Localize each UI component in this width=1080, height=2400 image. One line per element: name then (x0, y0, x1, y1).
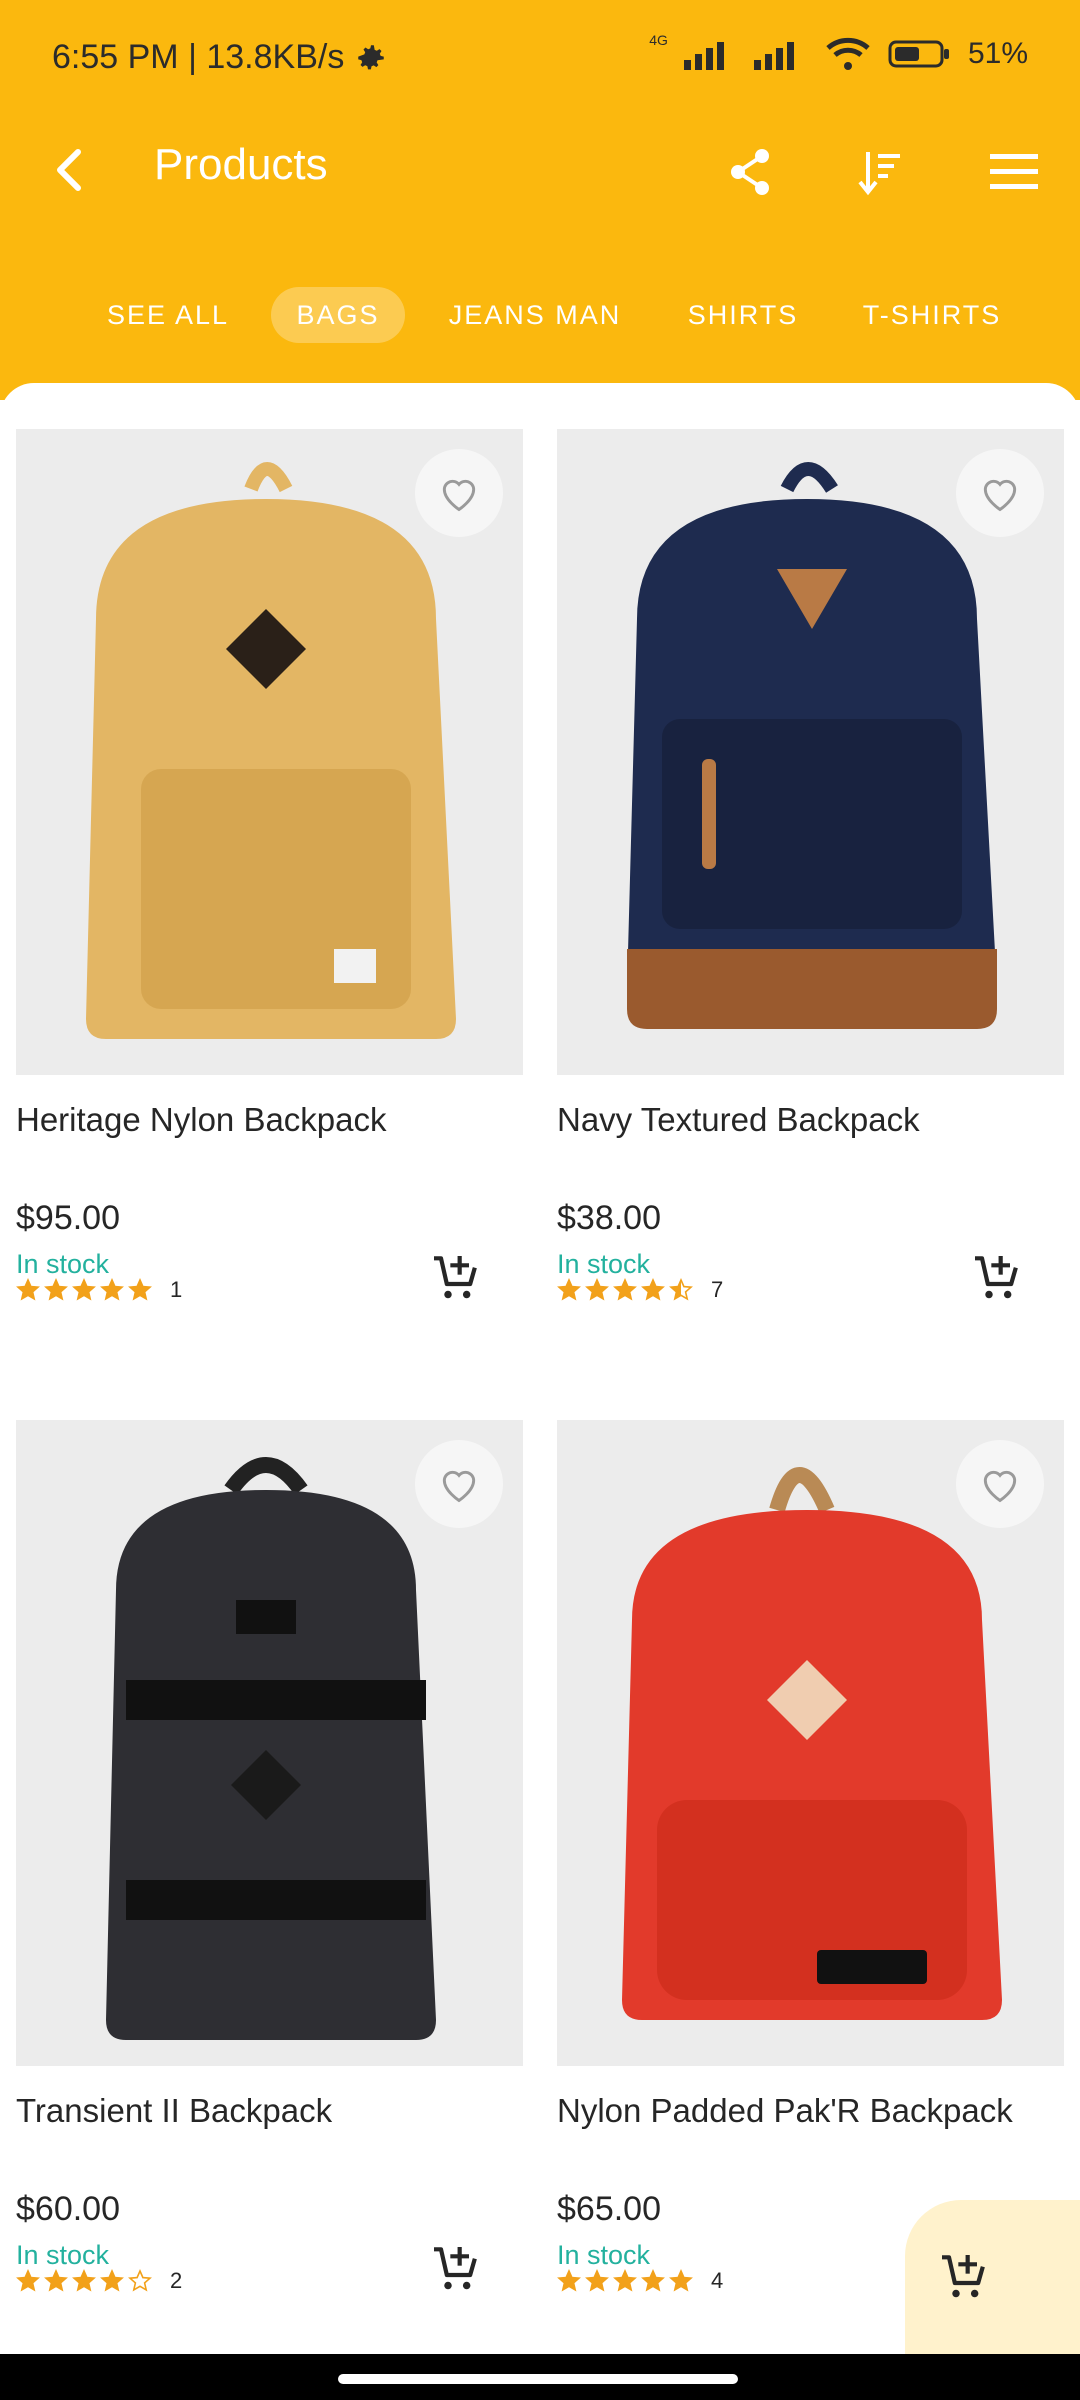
product-image[interactable] (16, 1420, 523, 2066)
star-icon (557, 1278, 581, 1301)
battery-icon (888, 40, 949, 68)
product-card[interactable]: Navy Textured Backpack $38.00 In stock 7 (557, 429, 1064, 1329)
review-count: 2 (170, 2268, 183, 2293)
status-time: 6:55 PM | 13.8KB/s (52, 38, 345, 76)
star-icon (641, 1278, 665, 1301)
star-icon (44, 1278, 68, 1301)
product-price: $95.00 (16, 1199, 120, 1237)
add-cart-icon[interactable] (968, 1249, 1024, 1305)
star-icon (585, 2269, 609, 2292)
product-card[interactable]: Nylon Padded Pak'R Backpack $65.00 In st… (557, 1420, 1064, 2320)
tab-see-all[interactable]: SEE ALL (92, 287, 244, 343)
review-count: 1 (170, 1277, 183, 1302)
stock-status: In stock (16, 1249, 110, 1279)
favorite-button[interactable] (956, 449, 1044, 537)
product-card[interactable]: Transient II Backpack $60.00 In stock 2 (16, 1420, 523, 2320)
favorite-button[interactable] (956, 1440, 1044, 1528)
star-icon (669, 2269, 693, 2292)
battery-level: 51% (967, 37, 1028, 70)
sort-icon[interactable] (850, 140, 914, 204)
status-right: 4G 51% (649, 32, 1028, 72)
settings-icon (358, 44, 385, 69)
heart-icon (983, 1470, 1017, 1503)
category-tabs: SEE ALL BAGS JEANS MAN SHIRTS T-SHIRTS (0, 285, 1080, 345)
back-arrow-icon[interactable] (40, 138, 104, 202)
rating: 4 (557, 2268, 723, 2294)
rating: 2 (16, 2268, 182, 2294)
signal-icon (683, 42, 724, 70)
heart-icon (442, 1470, 476, 1503)
add-cart-icon[interactable] (427, 1249, 483, 1305)
add-cart-icon (942, 2255, 985, 2298)
product-image[interactable] (16, 429, 523, 1075)
product-image[interactable] (557, 429, 1064, 1075)
product-name[interactable]: Transient II Backpack (16, 2092, 332, 2130)
wifi-icon (826, 37, 870, 70)
star-icon (641, 2269, 665, 2292)
star-icon (72, 2269, 96, 2292)
network-label: 4G (649, 32, 668, 48)
product-image[interactable] (557, 1420, 1064, 2066)
share-icon[interactable] (718, 140, 782, 204)
navigation-bar (0, 2354, 1080, 2400)
star-icon (16, 2269, 40, 2292)
star-icon (100, 1278, 124, 1301)
heart-icon (442, 479, 476, 512)
star-icon (669, 1278, 693, 1301)
star-icon (613, 2269, 637, 2292)
stock-status: In stock (16, 2240, 110, 2270)
page-title: Products (154, 140, 328, 189)
star-icon (44, 2269, 68, 2292)
tab-t-shirts[interactable]: T-SHIRTS (850, 287, 1014, 343)
favorite-button[interactable] (415, 449, 503, 537)
star-icon (557, 2269, 581, 2292)
signal-icon-2 (753, 42, 794, 70)
heart-icon (983, 479, 1017, 512)
star-icon (128, 1278, 152, 1301)
star-icon (72, 1278, 96, 1301)
star-icon (100, 2269, 124, 2292)
cart-fab[interactable] (905, 2200, 1080, 2360)
review-count: 4 (711, 2268, 724, 2293)
app-bar: Products (0, 120, 1080, 220)
product-price: $65.00 (557, 2190, 661, 2228)
product-price: $38.00 (557, 1199, 661, 1237)
status-bar: 6:55 PM | 13.8KB/s 4G 51% (0, 0, 1080, 120)
tab-shirts[interactable]: SHIRTS (676, 287, 810, 343)
tab-jeans-man[interactable]: JEANS MAN (434, 287, 636, 343)
star-icon (128, 2269, 152, 2292)
review-count: 7 (711, 1277, 724, 1302)
status-left: 6:55 PM | 13.8KB/s (52, 38, 388, 77)
rating: 7 (557, 1277, 723, 1303)
product-price: $60.00 (16, 2190, 120, 2228)
product-name[interactable]: Heritage Nylon Backpack (16, 1101, 387, 1139)
favorite-button[interactable] (415, 1440, 503, 1528)
tab-bags[interactable]: BAGS (271, 287, 405, 343)
home-handle[interactable] (338, 2374, 738, 2384)
star-icon (16, 1278, 40, 1301)
star-icon (585, 1278, 609, 1301)
stock-status: In stock (557, 1249, 651, 1279)
rating: 1 (16, 1277, 182, 1303)
product-card[interactable]: Heritage Nylon Backpack $95.00 In stock … (16, 429, 523, 1329)
product-name[interactable]: Nylon Padded Pak'R Backpack (557, 2092, 1013, 2130)
add-cart-icon[interactable] (427, 2240, 483, 2296)
product-name[interactable]: Navy Textured Backpack (557, 1101, 920, 1139)
menu-icon[interactable] (982, 140, 1046, 204)
stock-status: In stock (557, 2240, 651, 2270)
star-icon (613, 1278, 637, 1301)
